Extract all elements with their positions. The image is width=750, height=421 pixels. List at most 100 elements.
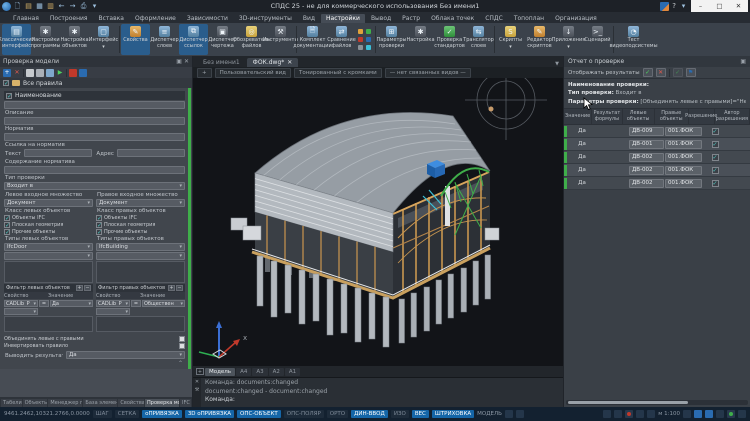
report-row[interactable]: Да ДВ-009 001.ФОК ✓ bbox=[564, 125, 750, 138]
report-row[interactable]: Да ДВ-002 001.ФОК ✓ bbox=[564, 164, 750, 177]
run-check-icon[interactable]: ▶ bbox=[56, 69, 64, 77]
doc-tab-fok[interactable]: ФОК.dwg*✕ bbox=[247, 58, 299, 67]
toggle-dyn-input[interactable]: ДИН-ВВОД bbox=[351, 410, 388, 418]
tab-organizatsiya[interactable]: Организация bbox=[550, 14, 602, 23]
show-passed-toggle[interactable]: ✓ bbox=[643, 68, 653, 77]
file-compare-button[interactable]: ⇄Сравнение файлов bbox=[327, 24, 356, 55]
save-as-icon[interactable]: ▥ bbox=[46, 2, 55, 11]
tab-vstavka[interactable]: Вставка bbox=[94, 14, 129, 23]
name-input[interactable] bbox=[4, 101, 185, 109]
tab-rastr[interactable]: Растр bbox=[397, 14, 425, 23]
undo-icon[interactable]: ← bbox=[57, 2, 66, 11]
resolution-checkbox[interactable]: ✓ bbox=[712, 180, 719, 187]
status-ok-icon[interactable] bbox=[727, 410, 735, 418]
palette-tab-manager[interactable]: Менеджер про... bbox=[48, 399, 82, 407]
scripts-button[interactable]: SСкрипты▾ bbox=[496, 24, 525, 55]
layer-manager-button[interactable]: ≡Диспетчер слоев bbox=[150, 24, 179, 55]
checkbox[interactable]: ✓ bbox=[96, 222, 102, 228]
pin-icon[interactable]: ▣ bbox=[740, 58, 746, 65]
operator-select[interactable]: = bbox=[131, 300, 141, 307]
blue-flag-icon[interactable] bbox=[79, 69, 87, 77]
doc-set-button[interactable]: 🗎Комплект документации bbox=[298, 24, 327, 55]
left-type-select-2[interactable]: ▾ bbox=[4, 252, 93, 260]
toggle-grid[interactable]: СЕТКА bbox=[115, 410, 139, 418]
delete-rule-icon[interactable]: ✕ bbox=[13, 69, 21, 77]
viewport-3d[interactable]: x bbox=[193, 78, 563, 366]
toggle-3d-osnap[interactable]: 3D оПРИВЯЗКА bbox=[185, 410, 234, 418]
name-checkbox[interactable]: ✓ bbox=[6, 93, 12, 99]
layout-tab-a1[interactable]: А1 bbox=[285, 368, 300, 376]
rule-copy-icon[interactable] bbox=[36, 69, 44, 77]
save-rules-icon[interactable] bbox=[46, 69, 54, 77]
left-class-flat[interactable]: ✓Плоская геометрия bbox=[4, 221, 93, 228]
model-space-icon[interactable] bbox=[505, 410, 513, 418]
open-file-icon[interactable]: ▤ bbox=[24, 2, 33, 11]
minimize-button[interactable]: – bbox=[691, 0, 710, 12]
toggle-ortho[interactable]: ОРТО bbox=[327, 410, 348, 418]
layout-tab-a2[interactable]: А2 bbox=[269, 368, 284, 376]
toggle-ops-polar[interactable]: ОПС-ПОЛЯР bbox=[284, 410, 324, 418]
norm-input[interactable] bbox=[4, 133, 185, 141]
video-test-button[interactable]: ◔Тест видеоподсистемы bbox=[615, 24, 652, 55]
right-class-ifc[interactable]: ✓Объекты IFC bbox=[96, 214, 185, 221]
palette-tab-model-check[interactable]: Проверка моде... bbox=[145, 399, 179, 407]
close-icon[interactable]: ✕ bbox=[184, 58, 189, 65]
layout-tab-model[interactable]: Модель bbox=[205, 368, 235, 376]
left-set-select[interactable]: Документ▾ bbox=[4, 199, 93, 207]
left-type-select[interactable]: IfcDoor▾ bbox=[4, 243, 93, 251]
check-type-select[interactable]: Входит в▾ bbox=[4, 182, 185, 190]
check-params-button[interactable]: ⊞Параметры проверки bbox=[377, 24, 406, 55]
add-rule-icon[interactable]: + bbox=[3, 69, 11, 77]
zoom-icon[interactable] bbox=[694, 410, 702, 418]
close-button[interactable]: ✕ bbox=[729, 0, 748, 12]
mini-tool-icon[interactable] bbox=[358, 29, 363, 34]
right-object-cell[interactable]: 001.ФОК bbox=[665, 127, 702, 136]
applications-button[interactable]: ↓Приложения▾ bbox=[554, 24, 583, 55]
toggle-ops-object[interactable]: ОПС-ОБЪЕКТ bbox=[237, 410, 281, 418]
property-select[interactable]: CADLib_P▾ bbox=[4, 300, 38, 307]
right-class-other[interactable]: ✓Прочие объекты bbox=[96, 228, 185, 235]
visual-style-button[interactable]: Тонированный с кромками bbox=[294, 68, 382, 78]
tab-postroeniya[interactable]: Построения bbox=[45, 14, 93, 23]
scrollbar-thumb[interactable] bbox=[568, 401, 688, 404]
wrench-icon[interactable]: ⚒ bbox=[195, 388, 199, 393]
view-preset-button[interactable]: Пользовательский вид bbox=[215, 68, 291, 78]
checkbox[interactable] bbox=[179, 343, 185, 349]
tab-vyvod[interactable]: Вывод bbox=[366, 14, 396, 23]
layout-tab-a3[interactable]: А3 bbox=[252, 368, 267, 376]
record-icon[interactable] bbox=[625, 410, 633, 418]
toggle-iso[interactable]: ИЗО bbox=[391, 410, 409, 418]
tab-3d-instrumenty[interactable]: 3D-инструменты bbox=[234, 14, 297, 23]
address-input[interactable] bbox=[117, 149, 185, 157]
property-select[interactable]: ▾ bbox=[96, 308, 130, 315]
script-editor-button[interactable]: ✎Редактор скриптов bbox=[525, 24, 554, 55]
palette-tab-properties[interactable]: Свойства bbox=[118, 399, 144, 407]
new-file-icon[interactable]: 🗋 bbox=[13, 2, 22, 11]
resolution-checkbox[interactable]: ✓ bbox=[712, 154, 719, 161]
magnifier-icon[interactable] bbox=[716, 410, 724, 418]
maximize-button[interactable]: □ bbox=[710, 0, 729, 12]
units-icon[interactable] bbox=[683, 410, 691, 418]
app-logo-icon[interactable] bbox=[2, 2, 11, 11]
right-object-cell[interactable]: 001.ФОК bbox=[665, 179, 702, 188]
red-flag-icon[interactable] bbox=[69, 69, 77, 77]
selection-cycling-icon[interactable] bbox=[603, 410, 611, 418]
remove-filter-button[interactable]: − bbox=[84, 285, 91, 291]
value-select[interactable]: Да▾ bbox=[50, 300, 93, 307]
palette-tab-ifc[interactable]: IFC bbox=[180, 399, 191, 407]
linked-views-button[interactable]: — нет связанных видов — bbox=[385, 68, 471, 78]
left-object-cell[interactable]: ДВ-002 bbox=[629, 179, 664, 188]
tab-vid[interactable]: Вид bbox=[298, 14, 320, 23]
checkbox[interactable]: ✓ bbox=[4, 222, 10, 228]
report-row[interactable]: Да ДВ-002 001.ФОК ✓ bbox=[564, 177, 750, 190]
tab-glavnaya[interactable]: Главная bbox=[8, 14, 44, 23]
xref-manager-button[interactable]: ⧉Диспетчер ссылок bbox=[179, 24, 208, 55]
right-filter-list[interactable] bbox=[96, 316, 185, 332]
left-object-cell[interactable]: ДВ-002 bbox=[629, 166, 664, 175]
checkbox[interactable]: ✓ bbox=[96, 229, 102, 235]
standards-check-button[interactable]: ✓Проверка стандартов bbox=[435, 24, 464, 55]
tab-oformlenie[interactable]: Оформление bbox=[130, 14, 181, 23]
resolution-checkbox[interactable]: ✓ bbox=[712, 141, 719, 148]
toggle-osnap[interactable]: оПРИВЯЗКА bbox=[142, 410, 182, 418]
norm-content-input[interactable] bbox=[4, 166, 185, 174]
